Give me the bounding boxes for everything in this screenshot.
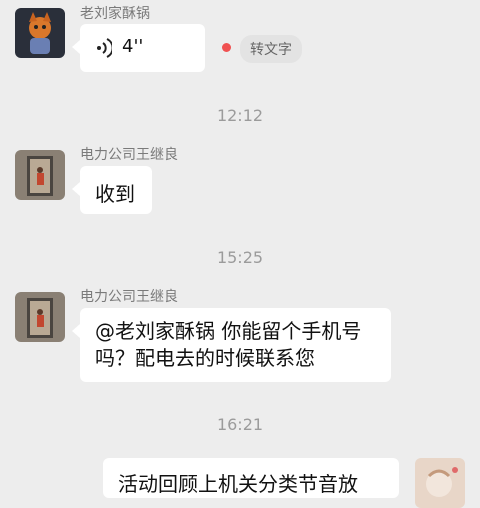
message-text-line: @老刘家酥锅 你能留个手机号 — [95, 319, 362, 343]
timestamp: 12:12 — [216, 106, 264, 125]
avatar-laoliu[interactable] — [15, 8, 65, 58]
avatar-wangjiliang[interactable] — [15, 292, 65, 342]
timestamp: 15:25 — [216, 248, 264, 267]
avatar-wangjiliang[interactable] — [15, 150, 65, 200]
timestamp: 16:21 — [216, 415, 264, 434]
avatar-self[interactable] — [415, 458, 465, 508]
sender-name: 老刘家酥锅 — [80, 6, 150, 22]
voice-wave-icon — [96, 38, 114, 63]
message-text: 活动回顾上机关分类节音放 — [118, 472, 358, 496]
sender-name: 电力公司王继良 — [80, 289, 178, 305]
text-message-bubble[interactable]: @老刘家酥锅 你能留个手机号 吗？配电去的时候联系您 — [72, 308, 391, 382]
text-message-bubble[interactable]: 收到 — [72, 166, 152, 214]
voice-message-bubble[interactable]: 4'' — [72, 24, 205, 72]
unread-dot — [222, 43, 231, 52]
message-text-line: 吗？配电去的时候联系您 — [95, 346, 315, 370]
sender-name: 电力公司王继良 — [80, 147, 178, 163]
text-message-bubble[interactable]: 活动回顾上机关分类节音放 — [103, 458, 399, 498]
convert-to-text-button[interactable]: 转文字 — [240, 35, 302, 63]
message-text: 收到 — [95, 182, 135, 206]
voice-duration: 4'' — [122, 36, 144, 57]
